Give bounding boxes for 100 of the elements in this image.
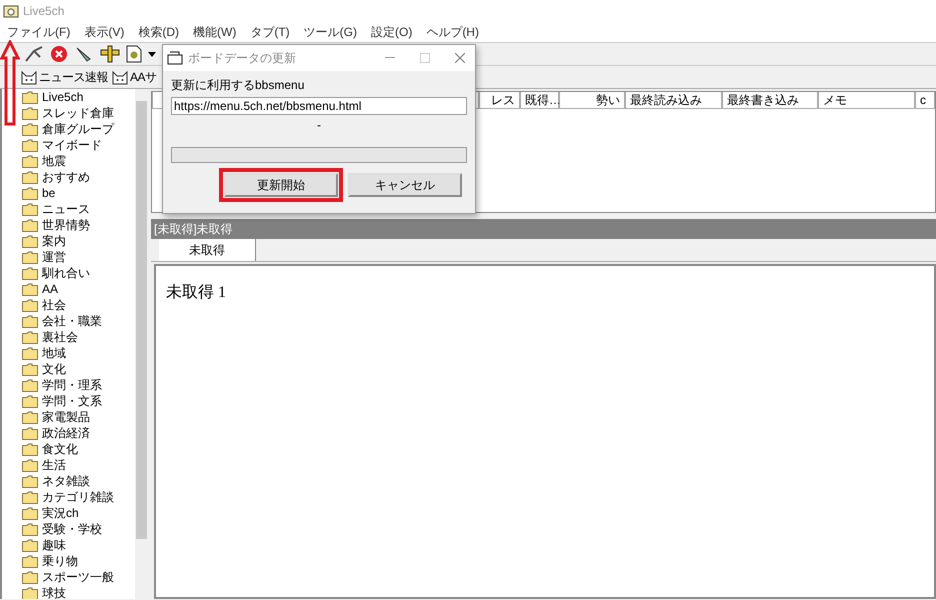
app-icon xyxy=(3,4,19,18)
field-label: 更新に利用するbbsmenu xyxy=(171,77,306,94)
tree-item[interactable]: 地震 xyxy=(42,152,66,170)
folder-icon xyxy=(22,490,38,504)
folder-icon xyxy=(22,554,38,568)
content-text: 未取得 1 xyxy=(166,284,226,301)
tree-item[interactable]: 案内 xyxy=(42,232,66,250)
folder-icon xyxy=(22,346,38,360)
folder-icon xyxy=(22,394,38,408)
folder-icon xyxy=(22,538,38,552)
link-item[interactable]: AAサ xyxy=(130,68,157,86)
tree-item[interactable]: スポーツ一般 xyxy=(42,568,114,586)
dialog-title: ボードデータの更新 xyxy=(188,50,297,66)
menu-item[interactable]: 検索(D) xyxy=(131,24,186,40)
link-item[interactable]: ニュース速報 xyxy=(39,68,108,86)
folder-icon xyxy=(22,442,38,456)
folder-icon xyxy=(22,250,38,264)
document-icon[interactable] xyxy=(126,45,142,63)
menu-item[interactable]: ヘルプ(H) xyxy=(419,24,486,40)
folder-icon xyxy=(22,202,38,216)
tree-item[interactable]: 運営 xyxy=(42,248,66,266)
minimize-icon[interactable] xyxy=(385,57,395,59)
url-field[interactable]: https://menu.5ch.net/bbsmenu.html xyxy=(171,97,467,115)
tree-item[interactable]: Live5ch xyxy=(42,90,84,104)
folder-icon xyxy=(22,426,38,440)
tab[interactable]: 未取得 xyxy=(159,239,256,261)
dialog-button[interactable]: キャンセル xyxy=(348,173,462,197)
tree-item[interactable]: 世界情勢 xyxy=(42,216,90,234)
tree-item[interactable]: 文化 xyxy=(42,360,66,378)
tree-item[interactable]: 裏社会 xyxy=(42,328,78,346)
tree-item[interactable]: 乗り物 xyxy=(42,552,78,570)
window-title: Live5ch xyxy=(23,4,64,18)
folder-icon xyxy=(22,106,38,120)
folder-icon xyxy=(22,474,38,488)
column-header[interactable]: c xyxy=(915,92,935,109)
folder-icon xyxy=(22,330,38,344)
stop-icon[interactable] xyxy=(50,45,68,63)
folder-icon xyxy=(22,266,38,280)
close-icon[interactable] xyxy=(455,53,465,63)
folder-icon xyxy=(22,506,38,520)
folder-icon xyxy=(22,570,38,584)
folder-icon xyxy=(22,90,38,104)
folder-icon xyxy=(22,298,38,312)
tree-item[interactable]: 政治経済 xyxy=(42,424,90,442)
folder-icon xyxy=(22,154,38,168)
folder-icon xyxy=(22,282,38,296)
tree-item[interactable]: 趣味 xyxy=(42,536,66,554)
folder-icon xyxy=(22,410,38,424)
tree-item[interactable]: ニュース xyxy=(42,200,90,218)
status-text: - xyxy=(317,118,321,132)
folder-icon xyxy=(22,122,38,136)
tree-item[interactable]: カテゴリ雑談 xyxy=(42,488,114,506)
tree-item[interactable]: スレッド倉庫 xyxy=(42,104,114,122)
menu-item[interactable]: タブ(T) xyxy=(243,24,297,40)
column-header[interactable]: レス xyxy=(479,92,520,109)
menu-item[interactable]: ツール(G) xyxy=(296,24,364,40)
tree-item[interactable]: 食文化 xyxy=(42,440,78,458)
folder-icon xyxy=(22,138,38,152)
tree-item[interactable]: 馴れ合い xyxy=(42,264,90,282)
folder-icon xyxy=(22,362,38,376)
menu-item[interactable]: 表示(V) xyxy=(77,24,132,40)
menu-item[interactable]: ファイル(F) xyxy=(0,24,78,40)
tree-item[interactable]: 学問・文系 xyxy=(42,392,102,410)
tree-item[interactable]: 実況ch xyxy=(42,504,79,522)
menu-item[interactable]: 機能(W) xyxy=(186,24,244,40)
tree-item[interactable]: AA xyxy=(42,282,58,296)
tree-item[interactable]: 倉庫グループ xyxy=(42,120,114,138)
tree-item[interactable]: 球技 xyxy=(42,584,66,599)
folder-icon xyxy=(22,170,38,184)
folder-icon xyxy=(22,186,38,200)
folder-icon xyxy=(22,234,38,248)
column-header[interactable]: 勢い xyxy=(559,92,625,109)
folder-icon xyxy=(22,218,38,232)
folder-icon xyxy=(22,522,38,536)
cat-face-icon xyxy=(20,69,38,85)
tree-item[interactable]: 地域 xyxy=(42,344,66,362)
tree-item[interactable]: 受験・学校 xyxy=(42,520,102,538)
tree-item[interactable]: be xyxy=(42,186,56,200)
folder-icon xyxy=(22,378,38,392)
tree-item[interactable]: 会社・職業 xyxy=(42,312,102,330)
tree-item[interactable]: マイボード xyxy=(42,136,102,154)
folder-box-icon xyxy=(167,51,183,65)
tree-item[interactable]: 学問・理系 xyxy=(42,376,102,394)
antenna-icon[interactable] xyxy=(24,45,44,63)
tree-item[interactable]: 社会 xyxy=(42,296,66,314)
column-header[interactable]: 最終読み込み xyxy=(625,92,722,109)
tree-item[interactable]: 家電製品 xyxy=(42,408,90,426)
tree-item[interactable]: おすすめ xyxy=(42,168,90,186)
column-header[interactable]: メモ xyxy=(818,92,915,109)
column-header[interactable]: 最終書き込み xyxy=(722,92,818,109)
menu-item[interactable]: 設定(O) xyxy=(364,24,420,40)
tree-item[interactable]: 生活 xyxy=(42,456,66,474)
ruler-icon[interactable] xyxy=(100,45,120,63)
dropdown-caret-icon[interactable] xyxy=(148,52,156,56)
folder-icon xyxy=(22,314,38,328)
dialog-button[interactable]: 更新開始 xyxy=(224,173,338,197)
folder-icon xyxy=(22,458,38,472)
cat-face-icon xyxy=(111,69,129,85)
board-title: [未取得]未取得 xyxy=(151,219,936,239)
tree-item[interactable]: ネタ雑談 xyxy=(42,472,90,490)
